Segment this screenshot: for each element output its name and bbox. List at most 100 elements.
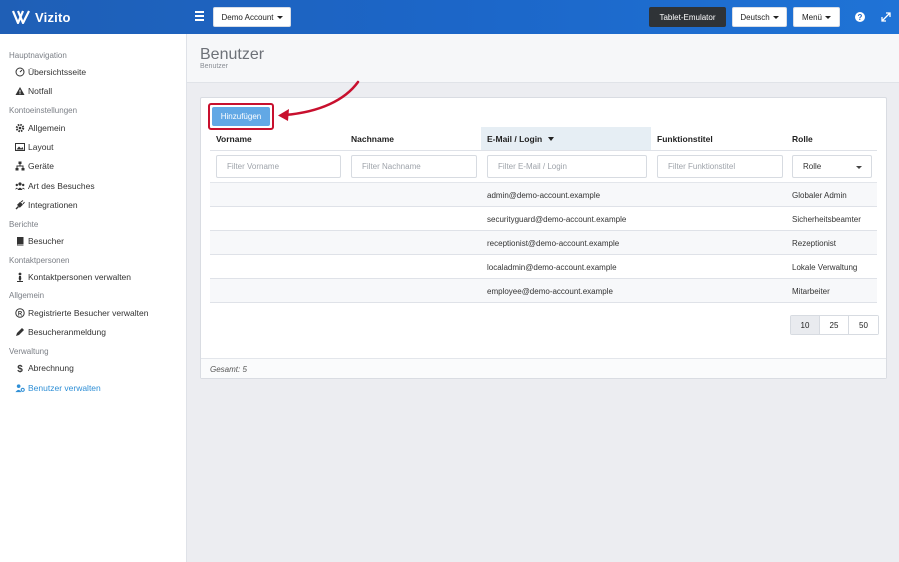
language-label: Deutsch [740,12,770,22]
account-dropdown[interactable]: Demo Account [213,7,291,27]
sidebar-item-overview[interactable]: Übersichtsseite [0,63,186,81]
page-size-50[interactable]: 50 [849,316,878,334]
sidebar-item-layout[interactable]: Layout [0,138,186,156]
chevron-down-icon [276,15,283,19]
main-menu-dropdown[interactable]: Menü [793,7,840,27]
column-header-job-title[interactable]: Funktionstitel [657,127,787,151]
section-verwaltung: Verwaltung [9,347,49,356]
chevron-down-icon [825,15,831,19]
section-hauptnavigation: Hauptnavigation [9,51,67,60]
sidebar-item-label: Geräte [28,161,54,171]
sidebar-item-emergency[interactable]: Notfall [0,82,186,100]
chevron-down-icon [856,166,862,169]
filter-job-title-input[interactable] [657,155,783,178]
filter-first-name-input[interactable] [216,155,341,178]
sidebar-item-label: Abrechnung [28,363,74,373]
add-user-button[interactable]: Hinzufügen [212,107,270,126]
page-size-25[interactable]: 25 [820,316,849,334]
add-button-highlight: Hinzufügen [208,103,274,130]
question-icon[interactable]: ? [854,11,866,23]
sidebar-item-label: Registrierte Besucher verwalten [28,308,149,318]
sort-desc-icon [548,137,555,141]
column-header-label: Nachname [351,134,394,144]
column-header-email[interactable]: E-Mail / Login [481,127,651,151]
language-dropdown[interactable]: Deutsch [732,7,787,27]
page-header: Benutzer Benutzer [187,34,899,83]
main-content: Benutzer Benutzer Hinzufügen Vorname Nac… [187,34,899,562]
row-email: localadmin@demo-account.example [487,263,617,272]
table-row[interactable]: securityguard@demo-account.example Siche… [210,207,877,231]
filter-last-name-input[interactable] [351,155,477,178]
menu-toggle-icon[interactable] [195,11,204,21]
sidebar-item-contacts[interactable]: Kontaktpersonen verwalten [0,268,186,286]
row-email: employee@demo-account.example [487,287,613,296]
sidebar-item-devices[interactable]: Geräte [0,157,186,175]
pencil-icon [15,327,25,337]
gear-icon [15,123,25,133]
column-header-first-name[interactable]: Vorname [216,127,346,151]
svg-text:R: R [18,311,23,317]
column-header-label: E-Mail / Login [487,134,543,144]
page-size-10[interactable]: 10 [791,316,820,334]
breadcrumb: Benutzer [200,63,229,70]
tablet-emulator-label: Tablet-Emulator [659,12,716,22]
column-header-last-name[interactable]: Nachname [351,127,481,151]
page-size-selector: 10 25 50 [790,315,879,335]
sidebar-item-general[interactable]: Allgemein [0,119,186,137]
sidebar-item-visit-types[interactable]: Art des Besuches [0,177,186,195]
top-bar: Vizito Demo Account Tablet-Emulator Deut… [0,0,899,34]
table-row[interactable]: admin@demo-account.example Globaler Admi… [210,183,877,207]
tablet-emulator-button[interactable]: Tablet-Emulator [649,7,726,27]
sidebar-item-label: Art des Besuches [28,181,95,191]
image-icon [15,142,25,152]
sidebar-item-visitors[interactable]: Besucher [0,232,186,250]
sidebar-item-visitor-signin[interactable]: Besucheranmeldung [0,323,186,341]
row-role: Rezeptionist [792,239,837,248]
svg-text:?: ? [858,13,863,22]
section-kontaktpersonen: Kontaktpersonen [9,256,70,265]
sidebar-item-registered-visitors[interactable]: R Registrierte Besucher verwalten [0,304,186,322]
sitemap-icon [15,161,25,171]
sidebar-item-billing[interactable]: $ Abrechnung [0,359,186,377]
add-user-label: Hinzufügen [220,112,262,121]
section-berichte: Berichte [9,220,39,229]
gauge-icon [15,67,25,77]
table-row[interactable]: localadmin@demo-account.example Lokale V… [210,255,877,279]
total-count: Gesamt: 5 [210,365,247,374]
row-email: securityguard@demo-account.example [487,215,627,224]
user-cog-icon [15,383,25,393]
sidebar-item-label: Allgemein [28,123,66,133]
row-role: Lokale Verwaltung [792,263,858,272]
plug-icon [15,200,25,210]
table-row[interactable]: employee@demo-account.example Mitarbeite… [210,279,877,303]
sidebar-item-label: Integrationen [28,200,78,210]
chevron-down-icon [772,15,779,19]
column-header-label: Funktionstitel [657,134,713,144]
dollar-icon: $ [15,363,25,373]
panel-footer: Gesamt: 5 [201,358,886,378]
section-kontoeinstellungen: Kontoeinstellungen [9,106,78,115]
row-role: Sicherheitsbeamter [792,215,861,224]
page-title: Benutzer [200,46,265,63]
table-row[interactable]: receptionist@demo-account.example Rezept… [210,231,877,255]
row-role: Globaler Admin [792,191,847,200]
row-email: receptionist@demo-account.example [487,239,620,248]
sidebar-item-manage-users[interactable]: Benutzer verwalten [0,379,186,397]
brand[interactable]: Vizito [0,0,186,34]
sidebar-item-label: Besucheranmeldung [28,327,106,337]
column-header-role[interactable]: Rolle [792,127,872,151]
sidebar-item-integrations[interactable]: Integrationen [0,196,186,214]
row-email: admin@demo-account.example [487,191,601,200]
users-panel: Hinzufügen Vorname Nachname E-Mail / Log… [200,97,887,379]
book-icon [15,236,25,246]
account-label: Demo Account [221,12,274,22]
sidebar-item-label: Layout [28,142,54,152]
expand-icon[interactable] [880,11,892,23]
menu-label: Menü [801,12,822,22]
column-header-label: Rolle [792,134,813,144]
person-icon [15,272,25,282]
sidebar-item-label: Übersichtsseite [28,67,87,77]
filter-email-input[interactable] [487,155,647,178]
registered-icon: R [15,308,25,318]
filter-role-select[interactable]: Rolle [792,155,872,178]
